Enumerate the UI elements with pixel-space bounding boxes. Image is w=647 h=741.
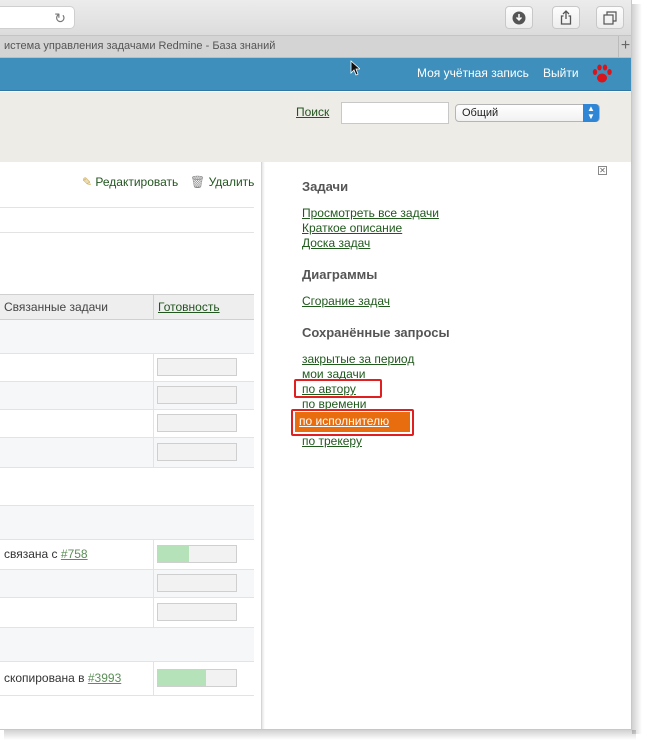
issue-link[interactable]: #758 [61, 547, 88, 561]
sidebar-link-burndown[interactable]: Сгорание задач [302, 294, 390, 308]
close-icon[interactable]: ✕ [598, 166, 607, 175]
table-row[interactable]: связана с #758 [0, 540, 254, 570]
table-row[interactable] [0, 438, 254, 468]
divider [0, 207, 254, 208]
sidebar-title-queries: Сохранённые запросы [302, 325, 450, 340]
group-row [0, 628, 254, 662]
column-header-related[interactable]: Связанные задачи [4, 300, 108, 314]
group-row [0, 468, 254, 506]
query-by-author[interactable]: по автору [302, 382, 356, 396]
query-by-assignee[interactable]: по исполнителю [295, 412, 410, 432]
sidebar-link-summary[interactable]: Краткое описание [302, 221, 402, 235]
edit-link[interactable]: ✎ Редактировать [82, 175, 178, 189]
search-scope-value: Общий [462, 107, 499, 119]
relation-text: связана с #758 [4, 547, 88, 561]
tab-bar: истема управления задачами Redmine - Баз… [0, 36, 631, 58]
tab-title[interactable]: истема управления задачами Redmine - Баз… [4, 40, 275, 52]
column-header-done[interactable]: Готовность [158, 300, 220, 314]
progress-bar [157, 669, 237, 687]
progress-bar [157, 545, 237, 563]
divider [0, 232, 254, 233]
pencil-icon: ✎ [82, 175, 93, 189]
query-closed-period[interactable]: закрытые за период [302, 352, 414, 366]
my-account-link[interactable]: Моя учётная запись [417, 66, 529, 80]
mouse-cursor-icon [350, 60, 360, 76]
search-label[interactable]: Поиск [296, 105, 329, 119]
table-row[interactable] [0, 382, 254, 410]
logout-link[interactable]: Выйти [543, 66, 579, 80]
query-by-tracker[interactable]: по трекеру [302, 434, 362, 448]
sidebar-title-issues: Задачи [302, 179, 349, 194]
group-row [0, 320, 254, 354]
sidebar-link-agile-board[interactable]: Доска задач [302, 236, 370, 250]
progress-fill [158, 670, 207, 686]
delete-link[interactable]: 🗑︎ Удалить [190, 175, 254, 189]
browser-window: ↻ истема управления задачами Redmine - Б… [0, 0, 632, 730]
progress-bar [157, 358, 237, 376]
new-tab-button[interactable]: + [618, 36, 631, 58]
group-row [0, 506, 254, 540]
table-header: Связанные задачи Готовность [0, 294, 254, 320]
paw-icon [592, 64, 612, 83]
table-row[interactable] [0, 598, 254, 628]
browser-toolbar: ↻ [0, 0, 631, 36]
top-menu: Моя учётная запись Выйти [0, 58, 631, 91]
chevron-updown-icon: ▲ ▼ [583, 104, 599, 122]
sidebar: ✕ Задачи Просмотреть все задачи Краткое … [265, 162, 631, 729]
progress-bar [157, 603, 237, 621]
progress-bar [157, 443, 237, 461]
progress-bar [157, 574, 237, 592]
progress-bar [157, 414, 237, 432]
table-row[interactable] [0, 354, 254, 382]
search-input[interactable] [341, 102, 449, 124]
address-bar[interactable]: ↻ [0, 6, 75, 29]
reload-icon[interactable]: ↻ [54, 10, 66, 27]
header: Поиск Общий ▲ ▼ [0, 92, 631, 162]
column-divider [153, 295, 154, 319]
table-row[interactable] [0, 410, 254, 438]
table-row[interactable] [0, 570, 254, 598]
relation-text: скопирована в #3993 [4, 671, 122, 685]
sidebar-title-charts: Диаграммы [302, 267, 378, 282]
table-row[interactable]: скопирована в #3993 [0, 662, 254, 696]
share-icon[interactable] [552, 6, 580, 29]
search-scope-select[interactable]: Общий ▲ ▼ [455, 104, 600, 122]
trash-icon: 🗑︎ [190, 175, 206, 189]
main-content: ✎ Редактировать 🗑︎ Удалить Связанные зад… [0, 162, 262, 729]
download-icon[interactable] [505, 6, 533, 29]
tabs-icon[interactable] [596, 6, 624, 29]
issue-link[interactable]: #3993 [88, 671, 121, 685]
progress-bar [157, 386, 237, 404]
progress-fill [158, 546, 190, 562]
sidebar-link-all-issues[interactable]: Просмотреть все задачи [302, 206, 439, 220]
